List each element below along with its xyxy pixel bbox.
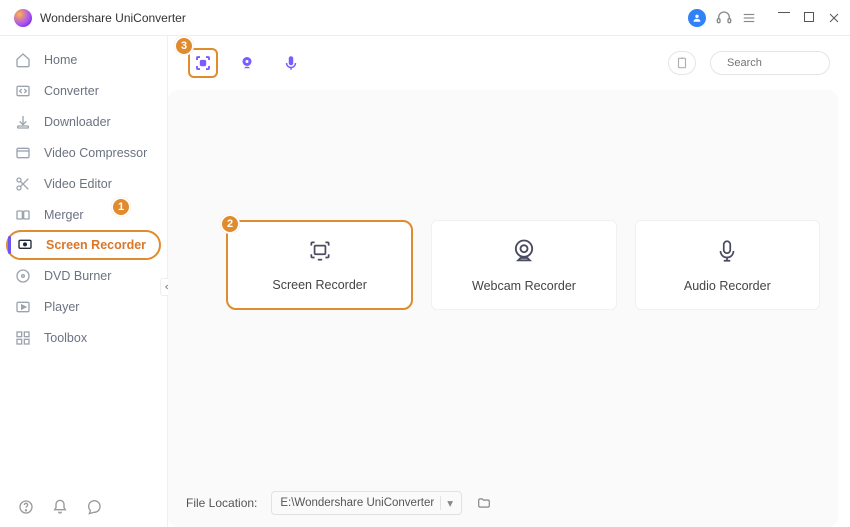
home-icon [14,51,32,69]
sidebar-item-label: Video Editor [44,177,112,191]
card-label: Webcam Recorder [472,279,576,293]
sidebar-item-label: Toolbox [44,331,87,345]
download-icon [14,113,32,131]
file-location-label: File Location: [186,496,257,510]
recorder-icon [16,236,34,254]
bell-icon[interactable] [52,499,68,515]
menu-icon[interactable] [742,11,756,25]
webcam-icon [510,237,538,265]
sidebar-item-label: Video Compressor [44,146,147,160]
sidebar-item-editor[interactable]: Video Editor [0,168,167,199]
sidebar-item-player[interactable]: Player [0,291,167,322]
sidebar-item-label: Downloader [44,115,111,129]
sidebar-item-compressor[interactable]: Video Compressor [0,137,167,168]
sidebar: Home Converter Downloader Video Compress… [0,36,168,527]
mode-webcam-button[interactable] [232,48,262,78]
disc-icon [14,267,32,285]
browse-folder-icon[interactable] [476,496,492,510]
sidebar-item-dvd[interactable]: DVD Burner [0,260,167,291]
support-icon[interactable] [716,10,732,26]
account-icon[interactable] [688,9,706,27]
mode-toolbar: 3 [168,42,850,84]
merger-icon [14,206,32,224]
callout-badge-2: 2 [220,214,240,234]
file-location-select[interactable]: E:\Wondershare UniConverter ▾ [271,491,462,515]
card-label: Audio Recorder [684,279,771,293]
chevron-down-icon: ▾ [440,496,453,510]
minimize-button[interactable] [778,12,790,14]
card-screen-recorder[interactable]: 2 Screen Recorder [226,220,413,310]
content-panel: 2 Screen Recorder Webcam Recorder [168,90,838,527]
microphone-icon [714,237,740,265]
maximize-button[interactable] [804,12,814,22]
help-icon[interactable] [18,499,34,515]
sidebar-item-toolbox[interactable]: Toolbox [0,322,167,353]
play-icon [14,298,32,316]
callout-badge-3: 3 [174,36,194,56]
card-label: Screen Recorder [272,278,367,292]
search-box[interactable] [710,51,830,75]
main-area: 3 2 [168,36,850,527]
sidebar-item-downloader[interactable]: Downloader [0,106,167,137]
converter-icon [14,82,32,100]
sidebar-item-label: Player [44,300,79,314]
sidebar-item-home[interactable]: Home [0,44,167,75]
sidebar-item-converter[interactable]: Converter [0,75,167,106]
app-logo [14,9,32,27]
screen-recorder-icon [305,238,335,264]
scissors-icon [14,175,32,193]
file-location-bar: File Location: E:\Wondershare UniConvert… [186,491,820,515]
search-input[interactable] [727,57,850,69]
close-button[interactable] [828,12,840,24]
callout-badge-1: 1 [111,197,131,217]
file-location-path: E:\Wondershare UniConverter [280,497,434,509]
mode-audio-button[interactable] [276,48,306,78]
sidebar-item-screen-recorder[interactable]: Screen Recorder [6,230,161,260]
sidebar-item-merger[interactable]: Merger 1 [0,199,167,230]
app-title: Wondershare UniConverter [40,11,186,25]
sidebar-item-label: DVD Burner [44,269,111,283]
feedback-icon[interactable] [86,499,102,515]
sidebar-item-label: Merger [44,208,84,222]
grid-icon [14,329,32,347]
sidebar-item-label: Home [44,53,77,67]
open-folder-button[interactable] [668,51,696,75]
mode-screen-button[interactable] [188,48,218,78]
title-bar: Wondershare UniConverter [0,0,850,36]
card-audio-recorder[interactable]: Audio Recorder [635,220,820,310]
card-webcam-recorder[interactable]: Webcam Recorder [431,220,616,310]
sidebar-item-label: Screen Recorder [46,238,146,252]
sidebar-item-label: Converter [44,84,99,98]
compressor-icon [14,144,32,162]
